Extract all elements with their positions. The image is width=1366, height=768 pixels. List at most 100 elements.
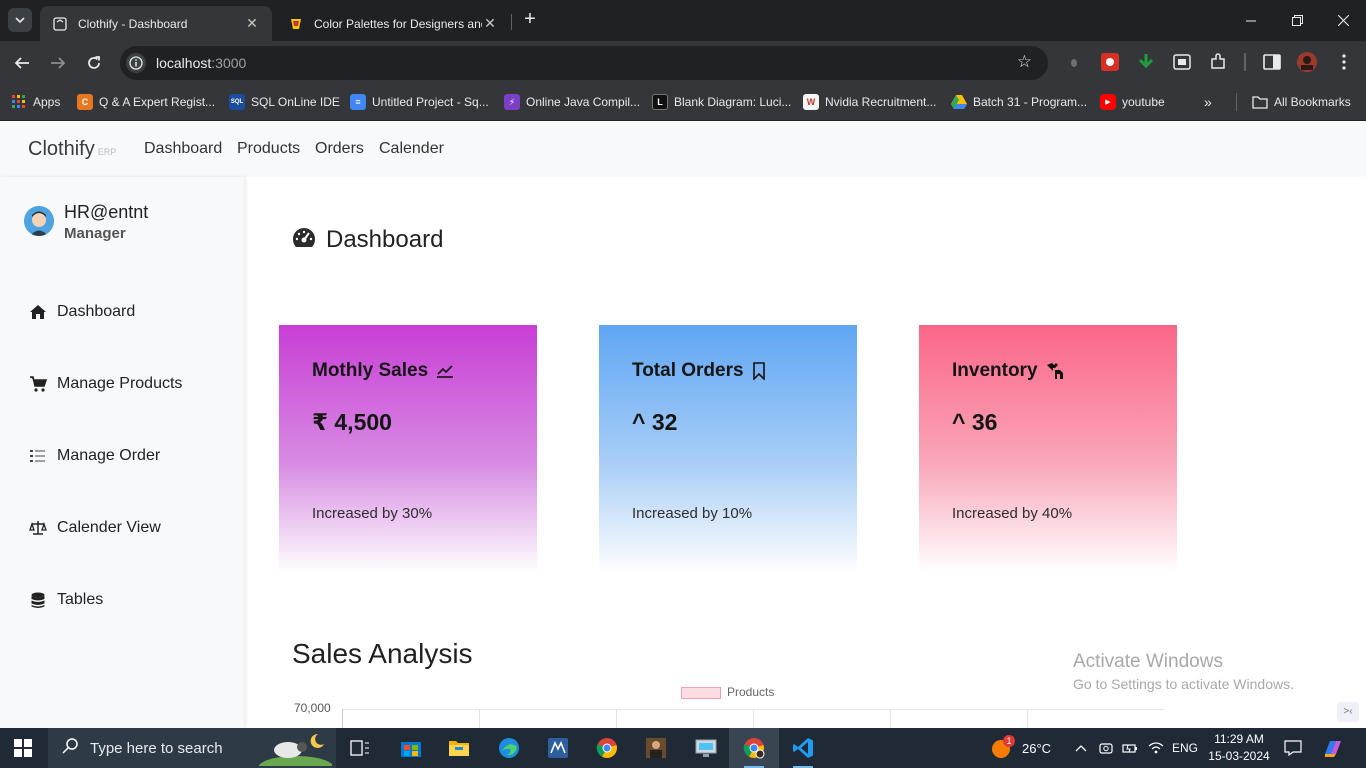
wifi-tray-icon[interactable]: [1148, 728, 1164, 768]
system-clock[interactable]: 11:29 AM 15-03-2024: [1206, 731, 1272, 765]
chart-gridline: [479, 709, 480, 729]
all-bookmarks-label: All Bookmarks: [1274, 95, 1351, 109]
bookmark-star-icon[interactable]: ☆: [1017, 52, 1032, 72]
page-header: Dashboard: [292, 226, 443, 254]
chrome-icon[interactable]: [593, 734, 621, 762]
tab-title: Clothify - Dashboard: [78, 16, 188, 31]
bookmark-label: Apps: [33, 95, 61, 109]
bookmark-label: Q & A Expert Regist...: [99, 95, 216, 109]
home-icon: [28, 302, 48, 322]
nav-link-orders[interactable]: Orders: [315, 140, 364, 158]
copilot-icon[interactable]: [1322, 728, 1344, 768]
edge-browser-icon[interactable]: [495, 734, 523, 762]
battery-tray-icon[interactable]: [1122, 728, 1138, 768]
media-control-icon[interactable]: [1172, 52, 1192, 72]
app-navbar: Clothify ERP Dashboard Products Orders Ca…: [0, 121, 1366, 177]
close-window-icon[interactable]: [1320, 0, 1366, 41]
sidebar-item-label: Calender View: [57, 519, 161, 536]
windows-start-icon[interactable]: [14, 739, 32, 757]
url-host: localhost: [156, 55, 212, 71]
search-icon: [62, 737, 78, 759]
kebab-menu-icon[interactable]: [1334, 52, 1354, 72]
download-arrow-icon[interactable]: [1136, 52, 1156, 72]
scale-icon: [28, 518, 48, 538]
all-bookmarks-folder[interactable]: All Bookmarks: [1252, 92, 1351, 112]
notification-icon[interactable]: [1284, 728, 1302, 768]
bookmark-chegg[interactable]: C Q & A Expert Regist...: [77, 92, 215, 112]
nav-link-calender[interactable]: Calender: [379, 140, 444, 158]
restore-icon[interactable]: [1274, 0, 1320, 41]
sidebar-item-manage-order[interactable]: Manage Order: [28, 444, 160, 468]
nav-link-products[interactable]: Products: [237, 140, 300, 158]
tab-clothify-dashboard[interactable]: Clothify - Dashboard ✕: [40, 6, 272, 41]
sidebar-item-dashboard[interactable]: Dashboard: [28, 300, 135, 324]
extension-dot-icon[interactable]: [1064, 52, 1084, 72]
nav-link-dashboard[interactable]: Dashboard: [144, 140, 222, 158]
weather-badge: 1: [1003, 735, 1015, 747]
url-port: :3000: [211, 55, 247, 71]
camera-tray-icon[interactable]: [1099, 728, 1113, 768]
close-tab-icon[interactable]: ✕: [244, 15, 260, 32]
microsoft-store-icon[interactable]: [397, 734, 425, 762]
sidebar-item-calender-view[interactable]: Calender View: [28, 516, 161, 540]
chevron-down-icon: [15, 17, 25, 24]
extensions-puzzle-icon[interactable]: [1208, 52, 1228, 72]
bookmark-nvidia[interactable]: W Nvidia Recruitment...: [803, 92, 936, 112]
brand-logo[interactable]: Clothify ERP: [28, 138, 116, 161]
stat-card-inventory[interactable]: Inventory ^ 36 Increased by 40%: [919, 325, 1177, 573]
vscode-icon[interactable]: [789, 734, 817, 768]
taskbar-search-placeholder: Type here to search: [90, 739, 223, 757]
side-panel-icon[interactable]: [1262, 52, 1282, 72]
database-icon: [28, 590, 48, 610]
bookmark-label: Batch 31 - Program...: [973, 95, 1088, 109]
photo-app-icon[interactable]: [642, 734, 670, 762]
bookmark-batch31[interactable]: Batch 31 - Program...: [951, 92, 1087, 112]
address-bar[interactable]: localhost:3000 ☆: [120, 46, 1048, 80]
sidebar-item-label: Tables: [57, 591, 104, 608]
new-tab-plus-icon[interactable]: +: [518, 8, 542, 32]
chrome-active-icon[interactable]: [740, 734, 768, 768]
task-view-icon[interactable]: [346, 734, 374, 762]
chart-line-icon: [436, 364, 454, 378]
site-info-icon[interactable]: [126, 53, 146, 73]
profile-avatar-icon[interactable]: [1297, 52, 1317, 72]
sidebar-item-manage-products[interactable]: Manage Products: [28, 372, 182, 396]
bolt-icon: ⚡: [504, 94, 520, 110]
close-tab-icon[interactable]: ✕: [482, 15, 498, 32]
tray-chevron-up-icon[interactable]: [1075, 728, 1087, 768]
windows-taskbar: Type here to search 1 26°C ENG 11:29 AM …: [0, 728, 1366, 768]
bookmark-untitled-project[interactable]: ≡ Untitled Project - Sq...: [350, 92, 489, 112]
lucid-icon: L: [652, 94, 668, 110]
extension-red-icon[interactable]: [1100, 52, 1120, 72]
tab-search-button[interactable]: [8, 8, 32, 32]
bookmark-apps[interactable]: Apps: [11, 92, 60, 112]
language-indicator[interactable]: ENG: [1172, 728, 1198, 768]
taskbar-search-box[interactable]: Type here to search: [48, 728, 336, 768]
bookmarks-divider: [1236, 93, 1237, 111]
more-bookmarks-chevron-icon[interactable]: »: [1204, 92, 1212, 112]
card-title-row: Mothly Sales: [312, 360, 454, 382]
toolbar-divider: [1244, 53, 1246, 71]
user-name: HR@entnt: [64, 202, 149, 222]
brand-name: Clothify: [28, 138, 95, 160]
reload-icon[interactable]: [80, 49, 108, 77]
forward-arrow-icon[interactable]: [44, 49, 72, 77]
back-arrow-icon[interactable]: [8, 49, 36, 77]
card-subtext: Increased by 10%: [632, 505, 753, 522]
tab-color-palettes[interactable]: Color Palettes for Designers and ✕: [276, 6, 510, 41]
brand-sub: ERP: [97, 147, 117, 157]
dev-tools-corner-icon[interactable]: >‹: [1337, 702, 1359, 722]
sidebar-item-tables[interactable]: Tables: [28, 588, 103, 612]
stat-card-monthly-sales[interactable]: Mothly Sales ₹ 4,500 Increased by 30%: [279, 325, 537, 573]
mysql-workbench-icon[interactable]: [544, 734, 572, 762]
minimize-icon[interactable]: [1228, 0, 1274, 41]
weather-widget[interactable]: 1 26°C: [990, 728, 1051, 768]
stat-card-total-orders[interactable]: Total Orders ^ 32 Increased by 10%: [599, 325, 857, 573]
bookmark-sql-online[interactable]: SQL SQL OnLine IDE: [229, 92, 340, 112]
remote-desktop-icon[interactable]: [692, 734, 720, 762]
file-explorer-icon[interactable]: [445, 734, 473, 762]
bookmark-lucid[interactable]: L Blank Diagram: Luci...: [652, 92, 791, 112]
bookmark-online-java[interactable]: ⚡ Online Java Compil...: [504, 92, 640, 112]
bookmark-youtube[interactable]: ▶ youtube: [1100, 92, 1165, 112]
legend-swatch[interactable]: [681, 687, 721, 699]
